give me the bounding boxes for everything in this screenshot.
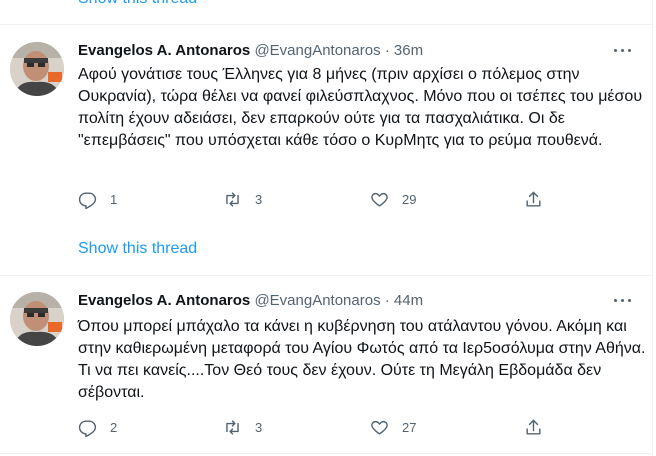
- author-name[interactable]: Evangelos A. Antonaros: [78, 42, 250, 59]
- tweet-header: Evangelos A. Antonaros @EvangAntonaros ·…: [78, 42, 423, 62]
- share-icon: [526, 419, 541, 435]
- divider: [0, 24, 652, 25]
- author-handle[interactable]: @EvangAntonaros: [254, 292, 380, 309]
- tweet-text: Αφού γονάτισε τους Έλληνες για 8 μήνες (…: [78, 66, 643, 149]
- avatar[interactable]: [10, 292, 64, 346]
- avatar[interactable]: [10, 42, 64, 96]
- tweet[interactable]: Evangelos A. Antonaros @EvangAntonaros ·…: [0, 42, 652, 272]
- more-icon[interactable]: [614, 296, 632, 306]
- tweet-text: Όπου μπορεί μπάχαλο τα κάνει η κυβέρνηση…: [78, 318, 646, 401]
- separator: ·: [384, 42, 390, 59]
- share-button[interactable]: [524, 416, 556, 438]
- author-name[interactable]: Evangelos A. Antonaros: [78, 292, 250, 309]
- tweet-actions: 1 3 29: [78, 188, 558, 210]
- like-count: 29: [402, 191, 417, 207]
- share-icon: [526, 191, 541, 207]
- reply-button[interactable]: 1: [78, 188, 117, 210]
- heart-icon: [371, 420, 388, 435]
- author-handle[interactable]: @EvangAntonaros: [254, 42, 380, 59]
- retweet-button[interactable]: 3: [223, 188, 262, 210]
- retweet-icon: [226, 191, 239, 207]
- share-button[interactable]: [524, 188, 556, 210]
- timestamp[interactable]: 36m: [394, 42, 423, 59]
- divider: [0, 453, 652, 454]
- retweet-count: 3: [255, 419, 263, 435]
- retweet-icon: [226, 419, 239, 435]
- reply-icon: [78, 419, 97, 437]
- divider: [0, 275, 652, 276]
- more-icon[interactable]: [614, 46, 632, 56]
- heart-icon: [371, 192, 388, 207]
- reply-count: 2: [110, 419, 118, 435]
- retweet-button[interactable]: 3: [223, 416, 262, 438]
- show-thread-link-top[interactable]: Show this thread: [78, 0, 197, 8]
- tweet-actions: 2 3 27: [78, 416, 558, 438]
- retweet-count: 3: [255, 191, 263, 207]
- like-button[interactable]: 29: [370, 188, 416, 210]
- like-count: 27: [402, 419, 417, 435]
- show-thread-link[interactable]: Show this thread: [78, 240, 197, 258]
- separator: ·: [384, 292, 390, 309]
- tweet[interactable]: Evangelos A. Antonaros @EvangAntonaros ·…: [0, 292, 652, 452]
- reply-count: 1: [110, 191, 118, 207]
- timeline-rail: [652, 0, 653, 456]
- reply-icon: [78, 191, 97, 209]
- reply-button[interactable]: 2: [78, 416, 117, 438]
- timestamp[interactable]: 44m: [394, 292, 423, 309]
- like-button[interactable]: 27: [370, 416, 416, 438]
- tweet-header: Evangelos A. Antonaros @EvangAntonaros ·…: [78, 292, 423, 312]
